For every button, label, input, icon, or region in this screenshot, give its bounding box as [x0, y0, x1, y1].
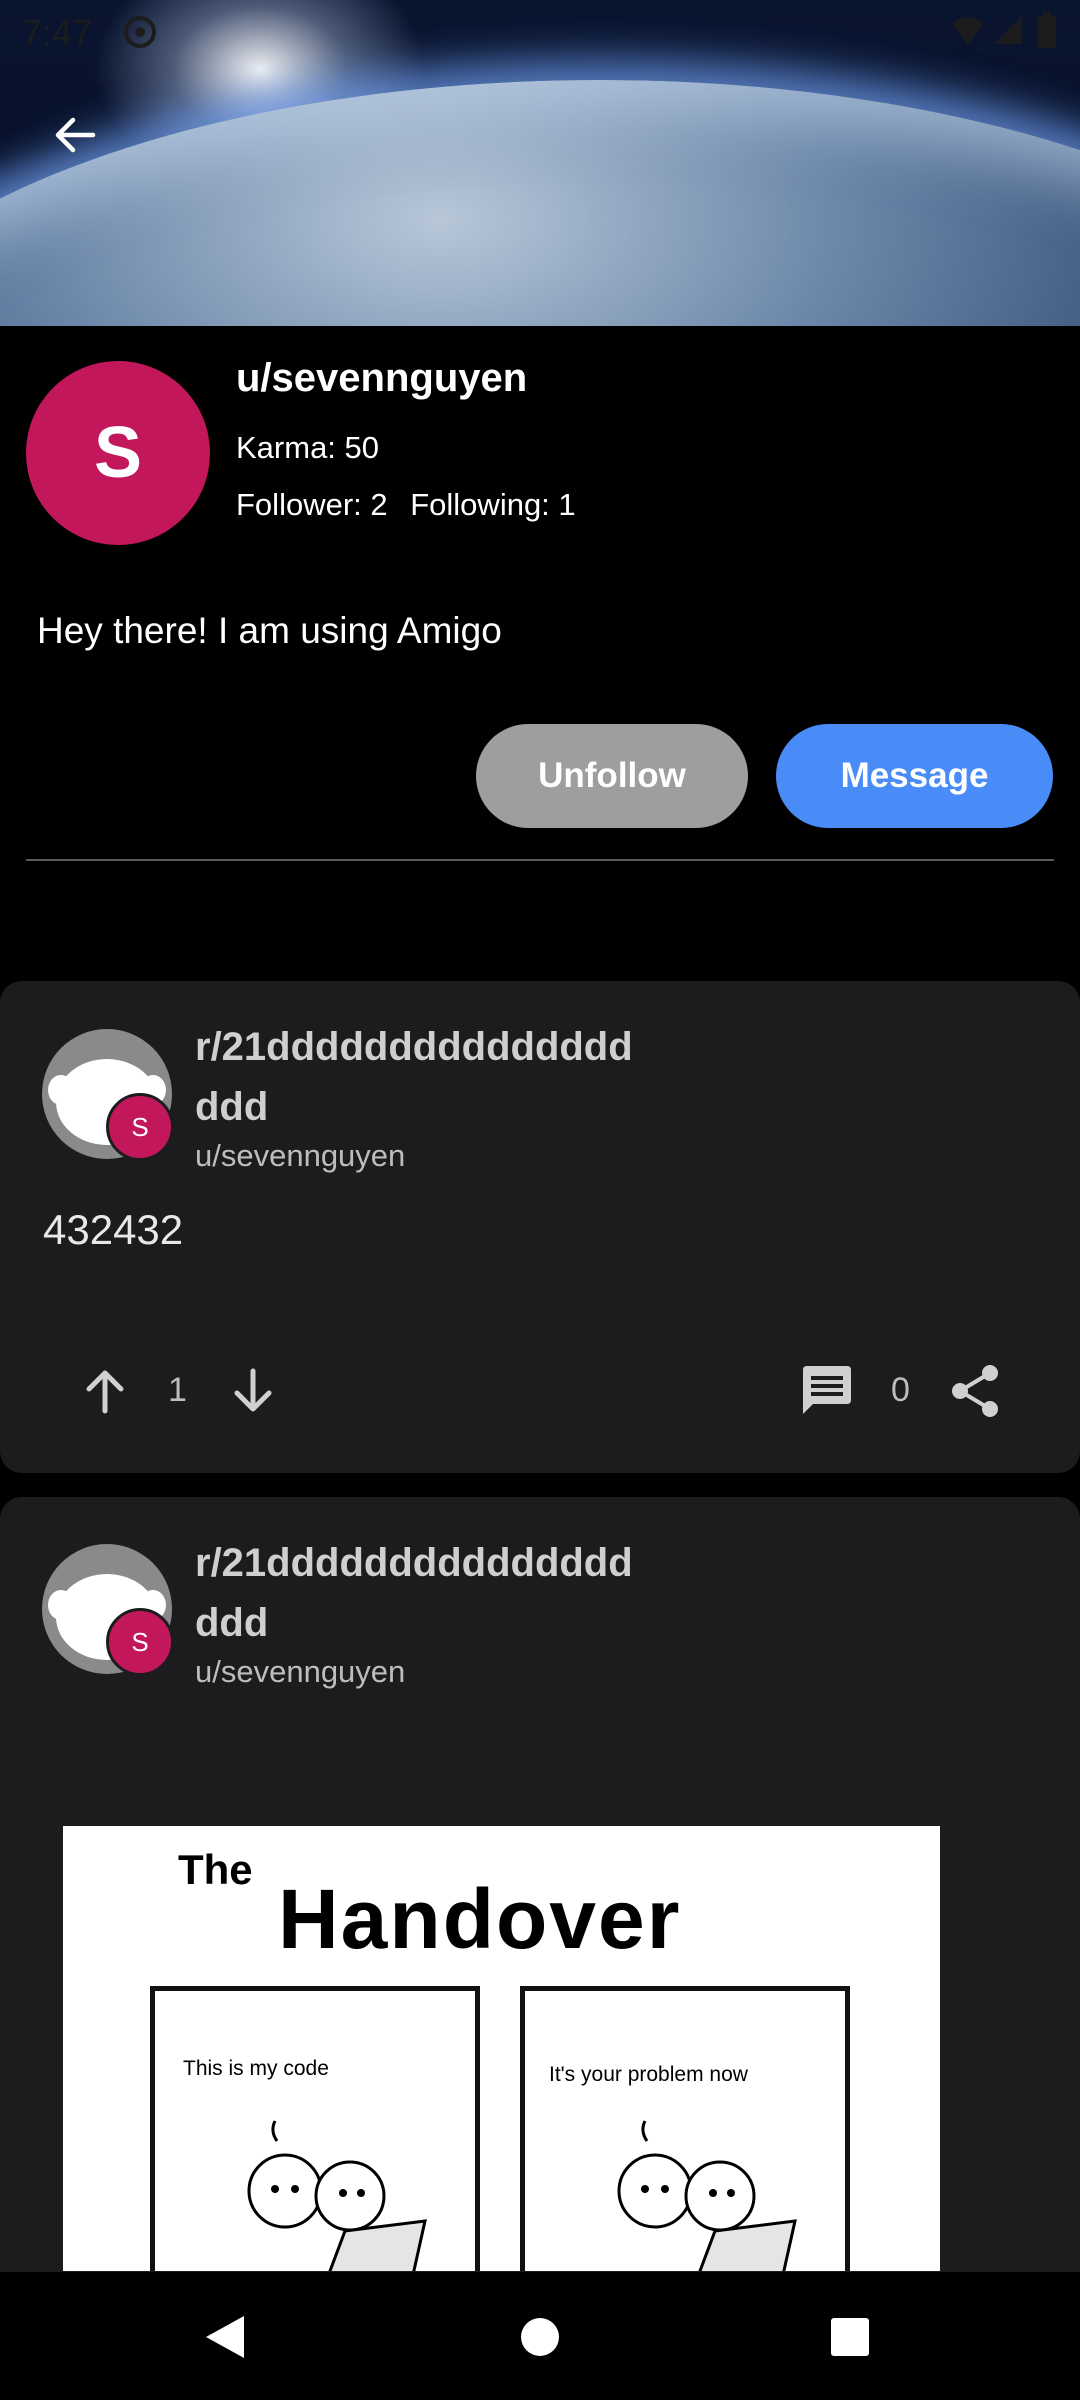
vote-count: 1 [168, 1371, 187, 1409]
comic-title: Handover [278, 1872, 682, 1966]
post-author[interactable]: u/sevennguyen [195, 1138, 405, 1174]
comic-caption-left: This is my code [183, 2057, 329, 2080]
unfollow-button[interactable]: Unfollow [476, 724, 748, 828]
subreddit-avatar[interactable]: S [42, 1544, 174, 1676]
message-button[interactable]: Message [776, 724, 1053, 828]
post-card[interactable]: S r/21dddddddddddddddddd u/sevennguyen T… [0, 1497, 1080, 2400]
comment-icon [803, 1366, 851, 1414]
back-arrow-icon [55, 117, 96, 153]
post-actions: 1 0 [0, 1351, 1080, 1431]
profile-karma: Karma: 50 [236, 430, 380, 465]
user-avatar: S [106, 1608, 174, 1676]
comment-button[interactable] [792, 1351, 862, 1431]
upvote-button[interactable] [70, 1351, 140, 1431]
system-nav-bar [0, 2272, 1080, 2400]
nav-back-button[interactable] [190, 2302, 260, 2372]
status-time: 7:47 [22, 12, 93, 53]
profile-bio: Hey there! I am using Amigo [37, 610, 502, 651]
comment-count: 0 [891, 1371, 910, 1409]
earth-image [0, 80, 1080, 326]
comic-panel-right: It's your problem now [520, 1986, 850, 2271]
downvote-button[interactable] [218, 1351, 288, 1431]
profile-username: u/sevennguyen [236, 356, 528, 400]
comic-monkeys-illustration [617, 2120, 797, 2271]
comic-caption-right: It's your problem now [549, 2063, 748, 2086]
nav-back-icon [206, 2316, 244, 2358]
status-bar: 7:47 [0, 0, 1080, 64]
follow-counts: Follower: 2 Following: 1 [236, 487, 576, 523]
subreddit-avatar[interactable]: S [42, 1029, 174, 1161]
upvote-icon [86, 1370, 124, 1414]
divider [26, 859, 1054, 861]
downvote-icon [234, 1368, 272, 1412]
post-card[interactable]: S r/21dddddddddddddddddd u/sevennguyen 4… [0, 981, 1080, 1473]
back-button[interactable] [40, 100, 110, 170]
share-icon [952, 1365, 998, 1417]
signal-icon [990, 12, 1026, 57]
nav-home-button[interactable] [505, 2302, 575, 2372]
comic-title-small: The [178, 1846, 253, 1893]
post-subreddit[interactable]: r/21dddddddddddddddddd [195, 1533, 635, 1653]
battery-icon [1036, 12, 1058, 59]
user-avatar: S [106, 1093, 174, 1161]
post-subreddit[interactable]: r/21dddddddddddddddddd [195, 1017, 635, 1137]
following-count[interactable]: Following: 1 [410, 487, 575, 522]
post-author[interactable]: u/sevennguyen [195, 1654, 405, 1690]
nav-home-icon [521, 2318, 559, 2356]
comic-panel-left: This is my code [150, 1986, 480, 2271]
profile-avatar: S [26, 361, 210, 545]
follower-count[interactable]: Follower: 2 [236, 487, 388, 522]
sync-icon [120, 12, 160, 61]
nav-recents-button[interactable] [815, 2302, 885, 2372]
nav-recents-icon [831, 2318, 869, 2356]
comic-monkeys-illustration [247, 2120, 427, 2271]
share-button[interactable] [940, 1351, 1010, 1431]
post-body: 432432 [43, 1206, 184, 1253]
post-image[interactable]: The Handover This is my code It's your p… [63, 1826, 940, 2271]
wifi-icon [950, 12, 986, 57]
